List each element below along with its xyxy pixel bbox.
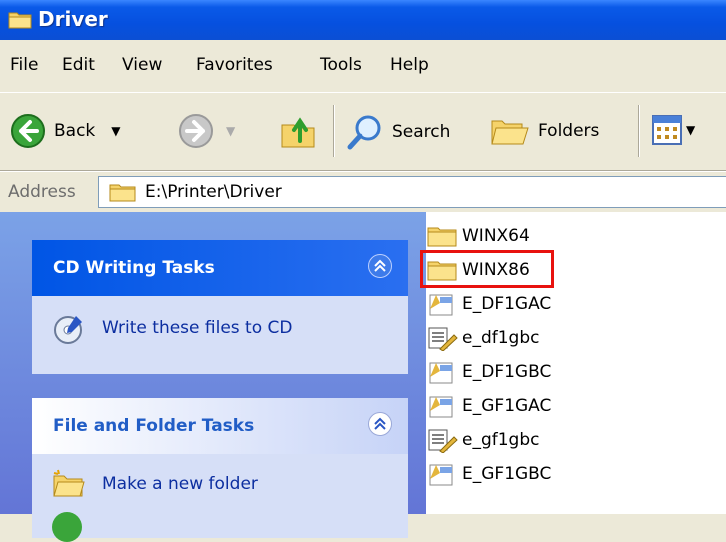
file-item[interactable]: E_GF1GAC <box>426 392 551 420</box>
address-value: E:\Printer\Driver <box>145 182 282 202</box>
file-item[interactable]: WINX64 <box>426 222 530 250</box>
folder-icon <box>8 12 32 29</box>
file-item[interactable]: e_df1gbc <box>426 324 539 352</box>
menu-view[interactable]: View <box>122 55 162 75</box>
document-file-icon <box>428 327 458 351</box>
file-item[interactable]: E_DF1GAC <box>426 290 551 318</box>
collapse-chevron-icon[interactable] <box>368 412 392 436</box>
search-label: Search <box>392 122 451 142</box>
cd-writing-tasks-header[interactable]: CD Writing Tasks <box>32 240 408 296</box>
folders-label: Folders <box>538 121 600 141</box>
folders-icon <box>491 120 529 145</box>
cd-writing-tasks-title: CD Writing Tasks <box>53 258 215 278</box>
write-files-to-cd-link[interactable]: Write these files to CD <box>102 318 293 338</box>
title-bar[interactable]: Driver <box>0 0 726 40</box>
menu-file[interactable]: File <box>10 55 38 75</box>
up-folder-icon <box>281 117 315 148</box>
file-name: E_DF1GAC <box>462 294 552 314</box>
setup-file-icon <box>429 294 453 316</box>
globe-icon <box>52 512 82 542</box>
file-name: e_gf1gbc <box>462 430 540 450</box>
file-item[interactable]: e_gf1gbc <box>426 426 539 454</box>
file-item[interactable]: E_DF1GBC <box>426 358 551 386</box>
file-name: WINX64 <box>462 226 530 246</box>
up-folder-button[interactable] <box>278 111 318 151</box>
forward-arrow-icon <box>179 114 213 148</box>
views-icon <box>652 115 682 145</box>
window-title: Driver <box>38 7 108 31</box>
collapse-chevron-icon[interactable] <box>368 254 392 278</box>
search-icon <box>347 115 381 150</box>
folders-button[interactable]: Folders <box>490 113 599 149</box>
cd-writing-tasks-panel: CD Writing Tasks Write these files to CD <box>32 240 408 374</box>
toolbar: Back ▼ ▼ Search Folders ▼ <box>0 93 726 171</box>
search-button[interactable]: Search <box>346 113 450 151</box>
file-name: E_GF1GAC <box>462 396 552 416</box>
folder-icon <box>109 184 136 202</box>
file-name: E_GF1GBC <box>462 464 552 484</box>
forward-button[interactable]: ▼ <box>178 113 235 149</box>
make-new-folder-link[interactable]: Make a new folder <box>102 474 258 494</box>
file-folder-tasks-panel: File and Folder Tasks Make a new folder <box>32 398 408 542</box>
address-input[interactable]: E:\Printer\Driver <box>98 176 726 208</box>
menu-help[interactable]: Help <box>390 55 429 75</box>
back-label: Back <box>54 121 96 141</box>
back-button[interactable]: Back ▼ <box>10 113 121 149</box>
menu-tools[interactable]: Tools <box>320 55 362 75</box>
file-folder-tasks-title: File and Folder Tasks <box>53 416 255 436</box>
views-dropdown-icon[interactable]: ▼ <box>686 123 695 137</box>
task-pane: CD Writing Tasks Write these files to CD… <box>0 212 426 542</box>
setup-file-icon <box>429 362 453 384</box>
setup-file-icon <box>429 396 453 418</box>
address-bar: Address E:\Printer\Driver <box>0 171 726 212</box>
views-button[interactable]: ▼ <box>652 115 695 145</box>
folder-icon <box>427 227 457 247</box>
forward-dropdown-icon[interactable]: ▼ <box>226 124 235 138</box>
cd-write-icon <box>52 312 86 351</box>
back-arrow-icon <box>11 114 45 148</box>
address-label: Address <box>8 182 76 202</box>
back-dropdown-icon[interactable]: ▼ <box>111 124 120 138</box>
menu-bar: File Edit View Favorites Tools Help <box>0 40 726 93</box>
highlight-box <box>420 250 554 288</box>
new-folder-icon <box>52 468 86 503</box>
file-name: e_df1gbc <box>462 328 540 348</box>
file-folder-tasks-header[interactable]: File and Folder Tasks <box>32 398 408 454</box>
file-item[interactable]: E_GF1GBC <box>426 460 551 488</box>
document-file-icon <box>428 429 458 453</box>
menu-edit[interactable]: Edit <box>62 55 95 75</box>
setup-file-icon <box>429 464 453 486</box>
file-name: E_DF1GBC <box>462 362 552 382</box>
menu-favorites[interactable]: Favorites <box>196 55 273 75</box>
